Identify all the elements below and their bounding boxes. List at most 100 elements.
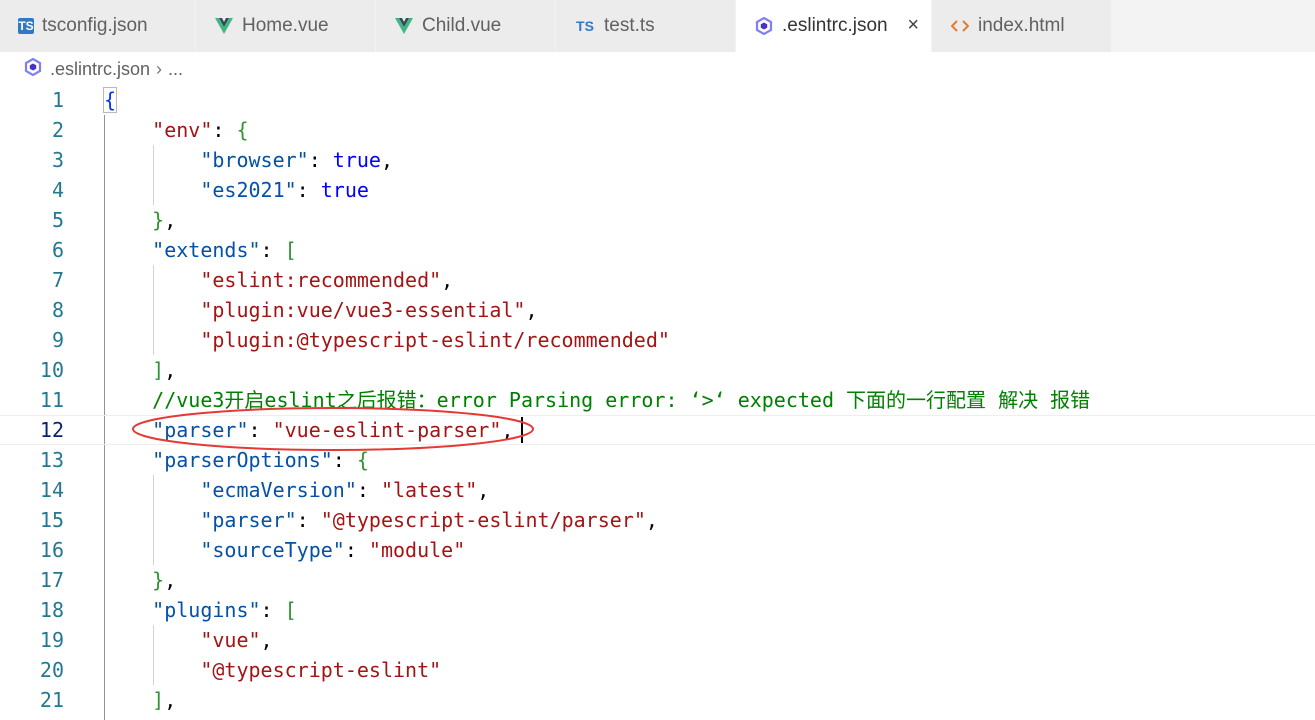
code-token: , bbox=[645, 508, 658, 532]
code-token: [ bbox=[284, 598, 297, 622]
close-icon[interactable]: × bbox=[907, 14, 919, 36]
tab-label: tsconfig.json bbox=[42, 15, 148, 36]
code-line[interactable]: 5 }, bbox=[0, 205, 1315, 235]
code-token: , bbox=[525, 298, 538, 322]
line-code: "plugin:vue/vue3-essential", bbox=[104, 295, 537, 325]
code-line[interactable]: 1{ bbox=[0, 85, 1315, 115]
line-number: 11 bbox=[39, 388, 64, 412]
tab-label: .eslintrc.json bbox=[782, 15, 888, 36]
editor-tab-bar: TS tsconfig.json Home.vue Child.vue TS t… bbox=[0, 0, 1315, 52]
line-number: 10 bbox=[39, 358, 64, 382]
code-line[interactable]: 2 "env": { bbox=[0, 115, 1315, 145]
code-line[interactable]: 16 "sourceType": "module" bbox=[0, 535, 1315, 565]
line-number: 3 bbox=[51, 148, 64, 172]
line-code: "eslint:recommended", bbox=[104, 265, 453, 295]
code-token: : bbox=[356, 478, 381, 502]
line-code: "plugin:@typescript-eslint/recommended" bbox=[104, 325, 670, 355]
breadcrumb-file[interactable]: .eslintrc.json bbox=[50, 59, 150, 80]
code-token: } bbox=[152, 568, 165, 592]
code-token: "latest" bbox=[380, 478, 478, 502]
line-number: 9 bbox=[51, 328, 64, 352]
code-token: , bbox=[164, 688, 177, 712]
line-code: "es2021": true bbox=[104, 175, 369, 205]
code-line[interactable]: 7 "eslint:recommended", bbox=[0, 265, 1315, 295]
code-line[interactable]: 14 "ecmaVersion": "latest", bbox=[0, 475, 1315, 505]
code-line[interactable]: 6 "extends": [ bbox=[0, 235, 1315, 265]
code-token: "module" bbox=[368, 538, 466, 562]
tab-test-ts[interactable]: TS test.ts bbox=[556, 0, 736, 52]
code-token: "plugins" bbox=[152, 598, 261, 622]
code-token: "sourceType" bbox=[200, 538, 345, 562]
vue-icon bbox=[394, 18, 414, 34]
tab-index-html[interactable]: index.html bbox=[932, 0, 1112, 52]
code-line[interactable]: 19 "vue", bbox=[0, 625, 1315, 655]
line-code: "extends": [ bbox=[104, 235, 297, 265]
code-line[interactable]: 20 "@typescript-eslint" bbox=[0, 655, 1315, 685]
code-token: "plugin:vue/vue3-essential" bbox=[200, 298, 526, 322]
line-code: ], bbox=[104, 355, 176, 385]
tab-label: Home.vue bbox=[242, 15, 329, 36]
code-token: [ bbox=[284, 238, 297, 262]
line-number: 2 bbox=[51, 118, 64, 142]
code-line[interactable]: 15 "parser": "@typescript-eslint/parser"… bbox=[0, 505, 1315, 535]
line-code: "env": { bbox=[104, 115, 248, 145]
line-number: 16 bbox=[39, 538, 64, 562]
code-token: , bbox=[260, 628, 273, 652]
code-token: , bbox=[164, 568, 177, 592]
line-number: 15 bbox=[39, 508, 64, 532]
line-number: 13 bbox=[39, 448, 64, 472]
code-line[interactable]: 10 ], bbox=[0, 355, 1315, 385]
code-token: "eslint:recommended" bbox=[200, 268, 442, 292]
code-token: "es2021" bbox=[200, 178, 297, 202]
line-code: "parser": "@typescript-eslint/parser", bbox=[104, 505, 658, 535]
line-code: "ecmaVersion": "latest", bbox=[104, 475, 489, 505]
code-token: : bbox=[296, 178, 321, 202]
line-code: { bbox=[102, 85, 118, 115]
typescript-icon: TS bbox=[18, 18, 34, 34]
code-token: "ecmaVersion" bbox=[200, 478, 357, 502]
code-token: : bbox=[212, 118, 237, 142]
line-number: 14 bbox=[39, 478, 64, 502]
tab-label: Child.vue bbox=[422, 15, 502, 36]
tab-eslintrc-json[interactable]: .eslintrc.json × bbox=[736, 0, 932, 52]
code-line[interactable]: 9 "plugin:@typescript-eslint/recommended… bbox=[0, 325, 1315, 355]
code-token: "@typescript-eslint/parser" bbox=[320, 508, 646, 532]
code-line[interactable]: 8 "plugin:vue/vue3-essential", bbox=[0, 295, 1315, 325]
code-token: true bbox=[320, 178, 369, 202]
code-line[interactable]: 4 "es2021": true bbox=[0, 175, 1315, 205]
line-number: 17 bbox=[39, 568, 64, 592]
eslint-icon bbox=[24, 57, 42, 81]
code-line[interactable]: 3 "browser": true, bbox=[0, 145, 1315, 175]
code-token: "extends" bbox=[152, 238, 261, 262]
line-code: }, bbox=[104, 565, 176, 595]
line-code: "browser": true, bbox=[104, 145, 393, 175]
code-token: } bbox=[152, 208, 165, 232]
typescript-icon: TS bbox=[576, 18, 594, 34]
tab-child-vue[interactable]: Child.vue bbox=[376, 0, 556, 52]
breadcrumb: .eslintrc.json › ... bbox=[0, 52, 1315, 86]
line-number: 20 bbox=[39, 658, 64, 682]
tab-label: test.ts bbox=[604, 15, 655, 36]
code-token: "plugin:@typescript-eslint/recommended" bbox=[200, 328, 670, 352]
code-token: , bbox=[477, 478, 490, 502]
vue-icon bbox=[214, 18, 234, 34]
code-token: , bbox=[380, 148, 394, 172]
code-line[interactable]: 18 "plugins": [ bbox=[0, 595, 1315, 625]
tab-tsconfig-json[interactable]: TS tsconfig.json bbox=[0, 0, 196, 52]
breadcrumb-more[interactable]: ... bbox=[168, 59, 183, 80]
line-code: "sourceType": "module" bbox=[104, 535, 465, 565]
code-editor[interactable]: 1{2 "env": {3 "browser": true, 4 "es2021"… bbox=[0, 85, 1315, 720]
code-line[interactable]: 21 ], bbox=[0, 685, 1315, 715]
tab-home-vue[interactable]: Home.vue bbox=[196, 0, 376, 52]
code-token: "@typescript-eslint" bbox=[200, 658, 442, 682]
code-line[interactable]: 17 }, bbox=[0, 565, 1315, 595]
code-token: , bbox=[164, 358, 177, 382]
